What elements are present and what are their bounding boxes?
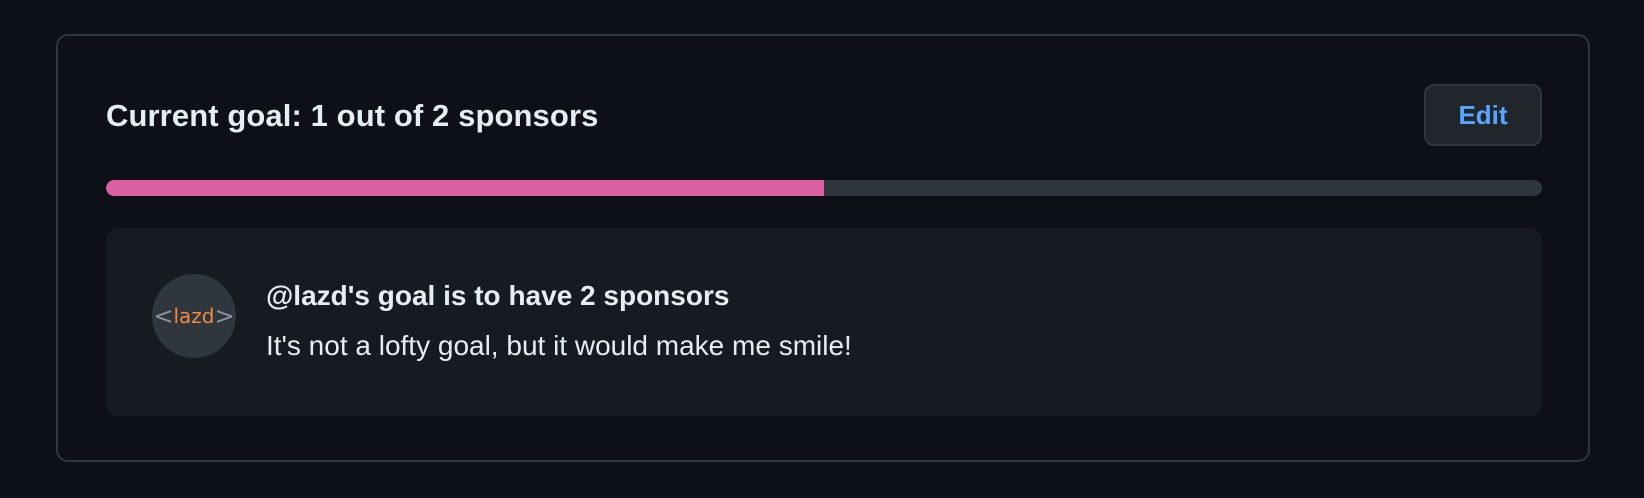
avatar-handle: lazd xyxy=(173,304,215,328)
goal-progress-bar xyxy=(106,180,1542,196)
avatar[interactable]: < lazd > xyxy=(152,274,236,358)
goal-heading: @lazd's goal is to have 2 sponsors xyxy=(266,280,730,311)
goal-title: Current goal: 1 out of 2 sponsors xyxy=(106,98,599,133)
avatar-close-bracket: > xyxy=(214,302,235,330)
goal-description-panel: < lazd > @lazd's goal is to have 2 spons… xyxy=(106,228,1542,416)
goal-message: It's not a lofty goal, but it would make… xyxy=(266,330,852,361)
avatar-open-bracket: < xyxy=(153,302,174,330)
edit-button[interactable]: Edit xyxy=(1424,84,1542,146)
sponsor-goal-card: Current goal: 1 out of 2 sponsors Edit <… xyxy=(56,34,1590,462)
goal-progress-fill xyxy=(106,180,824,196)
